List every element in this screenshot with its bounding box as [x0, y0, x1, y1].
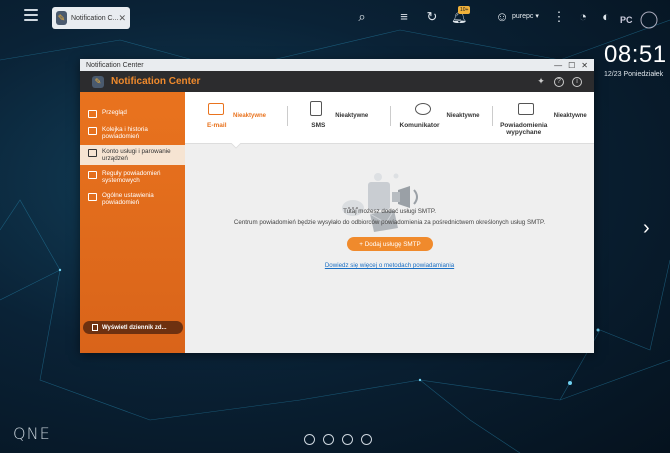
user-icon[interactable]: ☺: [494, 9, 510, 25]
sidebar-item-label: Kolejka i historia powiadomień: [102, 126, 148, 140]
next-page-arrow-icon[interactable]: ›: [643, 217, 650, 240]
sms-phone-icon: [310, 101, 323, 116]
sidebar-item-system-rules[interactable]: Reguły powiadomień systemowych: [80, 167, 185, 187]
tab-status: Nieaktywne: [553, 113, 587, 119]
dock-icon-2[interactable]: [323, 434, 334, 445]
tab-status: Nieaktywne: [233, 113, 267, 119]
desktop-clock-time: 08:51: [604, 41, 667, 68]
sidebar-item-overview[interactable]: Przegląd: [80, 106, 185, 121]
tab-status: Nieaktywne: [335, 113, 369, 119]
overview-icon: [88, 110, 97, 118]
tab-email[interactable]: E-mail Nieaktywne: [185, 92, 287, 143]
app-logo-icon: ✎: [92, 75, 104, 88]
search-icon[interactable]: ⌕: [354, 9, 370, 25]
sidebar-item-label: Przegląd: [102, 109, 127, 116]
sidebar-item-label: Reguły powiadomień systemowych: [102, 170, 161, 184]
dock-icon-3[interactable]: [342, 434, 353, 445]
tab-messenger[interactable]: Komunikator Nieaktywne: [389, 92, 492, 143]
sidebar-item-label: Ogólne ustawienia powiadomień: [102, 192, 154, 206]
close-button[interactable]: ✕: [581, 61, 588, 70]
add-smtp-service-button[interactable]: + Dodaj usługę SMTP: [347, 237, 433, 251]
notification-center-window: Notification Center — ☐ ✕ ✎ Notification…: [80, 59, 594, 353]
notification-center-app-icon: ✎: [56, 11, 67, 25]
resource-monitor-icon[interactable]: ◔: [575, 9, 591, 25]
smtp-description-text: Centrum powiadomień będzie wysyłało do o…: [233, 219, 546, 226]
settings-icon: [88, 193, 97, 201]
sidebar-item-label: Konto usługi i parowanie urządzeń: [102, 148, 171, 162]
sidebar: Przegląd Kolejka i historia powiadomień …: [80, 92, 185, 353]
view-event-log-button[interactable]: Wyświetl dziennik zd...: [83, 321, 183, 334]
user-menu-label[interactable]: purepc ▾: [512, 12, 539, 20]
smtp-info-text: Tutaj możesz dodać usługi SMTP.: [343, 208, 436, 215]
info-icon[interactable]: i: [572, 76, 582, 87]
sync-icon[interactable]: ↻: [424, 9, 440, 25]
rules-icon: [88, 171, 97, 179]
tab-name: Powiadomienia wypychane: [500, 122, 548, 136]
taskbar-tab-label: Notification C...: [70, 14, 119, 22]
magic-wand-icon[interactable]: ✦: [536, 76, 546, 87]
main-menu-button[interactable]: [24, 9, 38, 21]
view-event-log-label: Wyświetl dziennik zd...: [102, 324, 167, 331]
main-content: E-mail Nieaktywne SMS Nieaktywne Komunik…: [185, 92, 594, 353]
dock-icon-4[interactable]: [361, 434, 372, 445]
svg-text:PC: PC: [620, 15, 633, 25]
notification-badge: 10+: [458, 6, 471, 14]
sidebar-item-general-settings[interactable]: Ogólne ustawienia powiadomień: [80, 189, 185, 209]
tab-status: Nieaktywne: [446, 113, 480, 119]
username: purepc: [512, 13, 534, 20]
notification-method-tabs: E-mail Nieaktywne SMS Nieaktywne Komunik…: [185, 92, 594, 144]
tab-name: E-mail: [207, 122, 227, 129]
active-tab-pointer: [231, 143, 241, 149]
dashboard-icon[interactable]: ◐: [598, 9, 614, 25]
window-titlebar[interactable]: Notification Center — ☐ ✕: [80, 59, 594, 71]
queue-icon: [88, 127, 97, 135]
account-icon: [88, 149, 97, 157]
sidebar-item-queue-history[interactable]: Kolejka i historia powiadomień: [80, 123, 185, 143]
tab-name: SMS: [311, 122, 326, 129]
qne-logo: QNE: [13, 424, 51, 443]
help-icon[interactable]: ?: [554, 76, 564, 87]
stack-icon[interactable]: ≡: [396, 9, 412, 25]
phone-illustration: [368, 182, 390, 210]
log-icon: [92, 324, 98, 331]
bottom-dock: [304, 434, 372, 445]
learn-more-link[interactable]: Dowiedz się więcej o metodach powiadamia…: [185, 262, 594, 269]
megaphone-icon: [517, 103, 534, 115]
tab-push[interactable]: Powiadomienia wypychane Nieaktywne: [491, 92, 594, 143]
sidebar-item-service-account[interactable]: Konto usługi i parowanie urządzeń: [80, 145, 185, 165]
tab-sms[interactable]: SMS Nieaktywne: [287, 92, 389, 143]
minimize-button[interactable]: —: [554, 61, 562, 70]
email-icon: [208, 103, 224, 115]
chat-bubble-icon: [414, 103, 431, 115]
dock-icon-1[interactable]: [304, 434, 315, 445]
purepc-watermark-logo: PC: [616, 11, 660, 35]
desktop-topbar: ✎ Notification C... ✕ ⌕ ≡ ↻ 🔔︎ 10+ ☺ pur…: [0, 0, 670, 36]
app-title: Notification Center: [111, 76, 201, 87]
taskbar-tab-notification-center[interactable]: ✎ Notification C... ✕: [52, 7, 130, 29]
user-menu-caret-icon: ▾: [535, 13, 539, 20]
app-header: ✎ Notification Center ✦ ? i: [80, 71, 594, 92]
maximize-button[interactable]: ☐: [568, 61, 575, 70]
desktop-clock-date: 12/23 Poniedziałek: [604, 71, 664, 78]
taskbar-tab-close-icon[interactable]: ✕: [118, 13, 126, 24]
more-options-icon[interactable]: ⋮: [551, 9, 567, 25]
window-title: Notification Center: [86, 61, 144, 69]
tab-name: Komunikator: [399, 122, 440, 129]
